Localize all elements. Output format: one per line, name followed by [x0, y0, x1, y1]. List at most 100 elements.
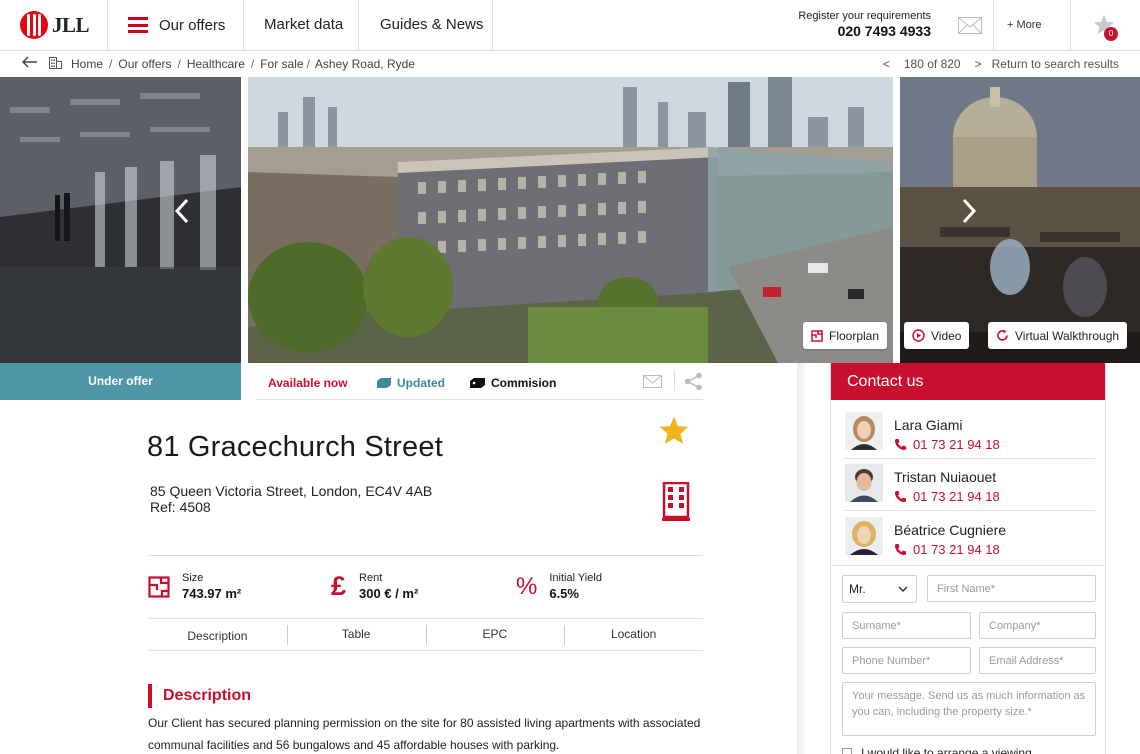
header-divider: [243, 0, 244, 50]
breadcrumb-separator: /: [306, 57, 310, 71]
breadcrumb-for-sale[interactable]: For sale: [260, 57, 303, 71]
header-divider: [107, 0, 108, 50]
ticket-icon: [470, 378, 485, 388]
gallery-next-arrow-icon[interactable]: [960, 197, 978, 225]
phone-icon: [894, 491, 906, 503]
title-select[interactable]: Mr.: [842, 575, 917, 603]
nav-guides-news[interactable]: Guides & News: [380, 0, 483, 50]
share-icon[interactable]: [684, 372, 703, 391]
availability-status: Available now: [268, 376, 348, 390]
phone-number-input[interactable]: [842, 647, 971, 674]
result-pager: < 180 of 820 > Return to search results: [883, 57, 1119, 71]
nav-our-offers-label: Our offers: [159, 16, 226, 34]
description-text: Our Client has secured planning permissi…: [148, 716, 701, 752]
first-name-input[interactable]: [927, 575, 1096, 602]
header-divider: [993, 0, 994, 50]
play-icon: [912, 329, 925, 342]
fact-size-label: Size: [182, 572, 204, 584]
gallery-image-main[interactable]: [248, 77, 893, 363]
header-divider: [492, 0, 493, 50]
breadcrumb-bar: Home / Our offers / Healthcare / For sal…: [0, 51, 1140, 77]
breadcrumb-home[interactable]: Home: [71, 57, 103, 71]
commission-tag: Commision: [470, 376, 556, 390]
tab-description[interactable]: Description: [148, 619, 287, 650]
property-address: 85 Queen Victoria Street, London, EC4V 4…: [150, 483, 433, 499]
office-interior-photo: [0, 77, 241, 363]
agent-phone[interactable]: 01 73 21 94 18: [894, 542, 1000, 557]
status-divider: [674, 371, 675, 391]
agent-avatar: [845, 464, 883, 502]
percent-icon: %: [516, 573, 538, 600]
building-icon: [49, 57, 62, 69]
tab-epc[interactable]: EPC: [425, 619, 565, 650]
virtual-walkthrough-button[interactable]: Virtual Walkthrough: [988, 322, 1128, 349]
fact-yield: % Initial Yield 6.5%: [516, 572, 602, 602]
next-result-button[interactable]: >: [975, 57, 982, 71]
nav-our-offers[interactable]: Our offers: [128, 0, 225, 50]
fact-size-value: 743.97 m²: [182, 586, 242, 601]
agent-phone[interactable]: 01 73 21 94 18: [894, 437, 1000, 452]
video-button[interactable]: Video: [904, 322, 970, 349]
property-ref: Ref: 4508: [150, 499, 211, 515]
add-favorite-star-icon[interactable]: [658, 415, 690, 445]
updated-label: Updated: [397, 376, 445, 390]
fact-size: Size 743.97 m²: [148, 572, 241, 601]
agent-avatar: [845, 517, 883, 555]
gallery-image-terrace[interactable]: [900, 77, 1140, 363]
jll-logo[interactable]: JLL: [20, 11, 90, 39]
tag-icon: [377, 378, 391, 388]
register-phone[interactable]: 020 7493 4933: [790, 23, 931, 39]
floorplan-button-label: Floorplan: [829, 328, 880, 343]
viewing-checkbox-label: I would like to arrange a viewing: [861, 746, 1032, 754]
breadcrumb: Home / Our offers / Healthcare / For sal…: [71, 57, 415, 71]
surname-input[interactable]: [842, 612, 971, 639]
favorites-count-badge: 0: [1104, 27, 1118, 41]
tab-location[interactable]: Location: [564, 619, 703, 650]
company-input[interactable]: [979, 612, 1096, 639]
gallery-prev-arrow-icon[interactable]: [173, 197, 191, 225]
email-share-icon[interactable]: [643, 375, 662, 388]
site-header: JLL Our offers Market data Guides & News…: [0, 0, 1140, 51]
return-to-results-link[interactable]: Return to search results: [992, 57, 1119, 71]
fact-rent-label: Rent: [359, 572, 383, 584]
breadcrumb-current: Ashey Road, Ryde: [314, 57, 415, 71]
pound-icon: £: [331, 571, 347, 601]
contact-heading: Contact us: [831, 363, 1105, 400]
floorplan-button[interactable]: Floorplan: [803, 322, 888, 349]
phone-icon: [894, 439, 906, 451]
register-requirements[interactable]: Register your requirements 020 7493 4933: [790, 10, 931, 39]
tab-table[interactable]: Table: [286, 619, 426, 650]
viewing-checkbox[interactable]: I would like to arrange a viewing: [842, 746, 1032, 754]
more-menu[interactable]: + More: [1007, 19, 1042, 31]
floorplan-icon: [811, 329, 823, 342]
breadcrumb-healthcare[interactable]: Healthcare: [187, 57, 245, 71]
form-divider: [831, 565, 1105, 566]
detail-tabs: Description Table EPC Location: [148, 619, 703, 651]
checkbox-box[interactable]: [842, 748, 852, 754]
agent-phone-number: 01 73 21 94 18: [913, 437, 1000, 452]
breadcrumb-separator: /: [109, 57, 113, 71]
header-divider: [1070, 0, 1071, 50]
breadcrumb-our-offers[interactable]: Our offers: [118, 57, 171, 71]
virtual-walkthrough-label: Virtual Walkthrough: [1015, 328, 1120, 343]
agent-phone-number: 01 73 21 94 18: [913, 542, 1000, 557]
title-select-value: Mr.: [849, 582, 866, 596]
under-offer-badge: Under offer: [0, 363, 241, 400]
agent-card: Béatrice Cugniere 01 73 21 94 18: [843, 513, 1095, 568]
header-divider: [358, 0, 359, 50]
agent-card: Tristan Nuiaouet 01 73 21 94 18: [843, 461, 1095, 511]
email-input[interactable]: [979, 647, 1096, 674]
back-arrow-icon[interactable]: [22, 56, 38, 68]
agent-phone[interactable]: 01 73 21 94 18: [894, 489, 1000, 504]
agent-name: Tristan Nuiaouet: [894, 469, 997, 485]
property-status-bar: Available now Updated Commision: [256, 363, 703, 400]
gallery-image-office-interior[interactable]: [0, 77, 241, 363]
message-textarea[interactable]: [842, 682, 1096, 736]
nav-market-data[interactable]: Market data: [264, 0, 343, 50]
rooftop-terrace-photo: [900, 77, 1140, 363]
mail-icon[interactable]: [958, 17, 982, 34]
building-aerial-photo: [248, 77, 893, 363]
chevron-down-icon: [898, 586, 908, 593]
contact-panel: Contact us Lara Giami 01 73 21 94 18 Tri…: [830, 363, 1106, 754]
prev-result-button[interactable]: <: [883, 57, 890, 71]
